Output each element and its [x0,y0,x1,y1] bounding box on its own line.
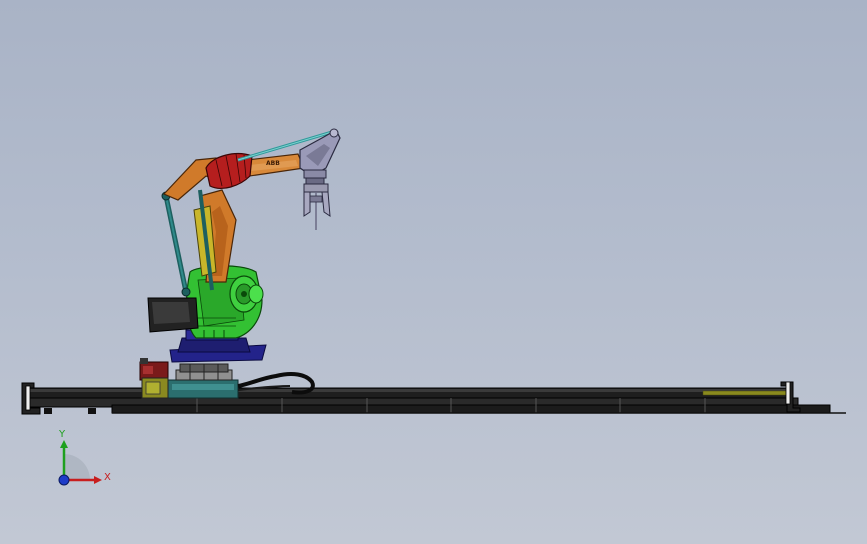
drive-motor-box[interactable] [139,358,169,399]
robot-wrist[interactable] [299,128,341,185]
gripper[interactable] [303,183,331,230]
counterweight-block[interactable] [147,297,199,333]
graphics-viewport[interactable]: ABB X Y [0,0,867,544]
x-axis-label: X [104,472,111,483]
robot-assembly-model[interactable]: ABB X Y [0,0,867,544]
track-carriage[interactable] [167,363,239,399]
y-axis-label: Y [58,429,66,440]
z-axis-dot [58,474,70,486]
coordinate-triad: X Y [58,429,111,486]
arm-brand-label: ABB [266,160,280,167]
